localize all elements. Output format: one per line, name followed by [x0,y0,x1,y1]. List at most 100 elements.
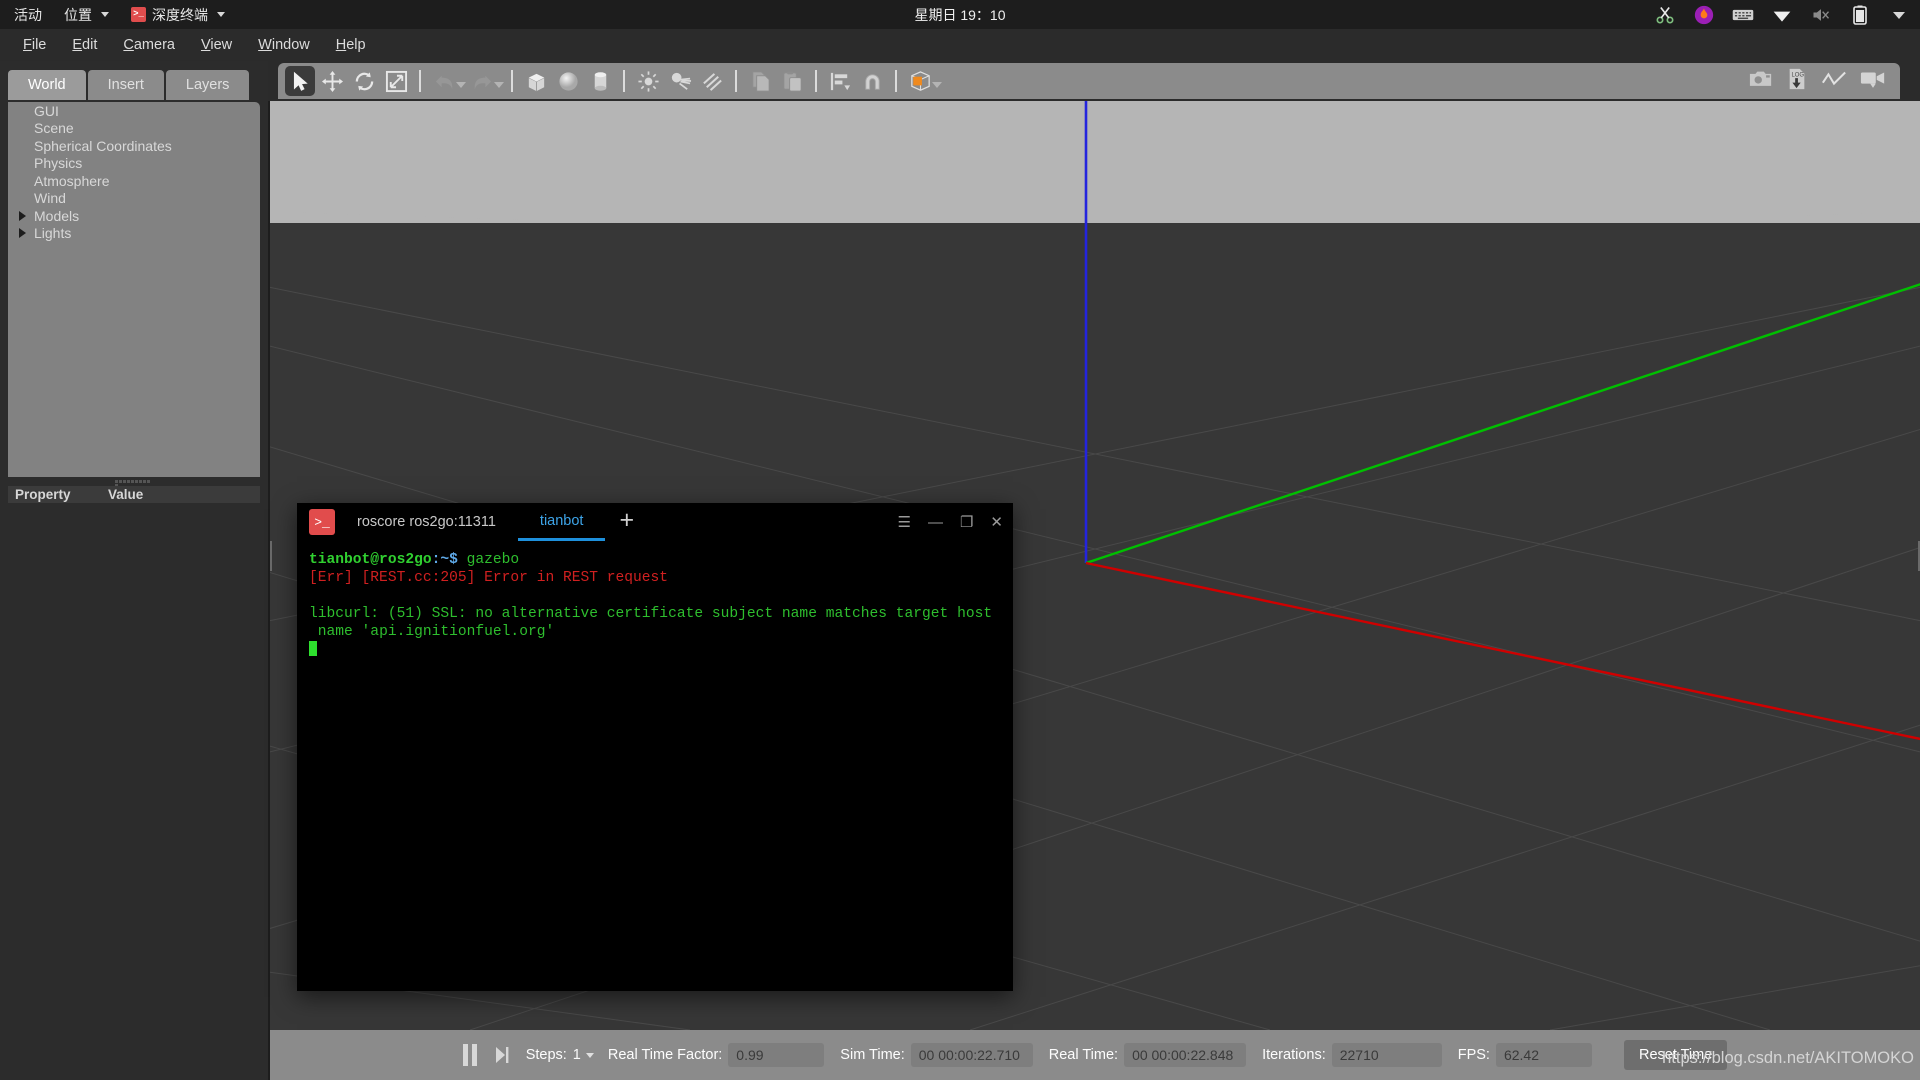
terminal-output[interactable]: tianbot@ros2go:~$ gazebo [Err] [REST.cc:… [297,541,1013,660]
activities-button[interactable]: 活动 [0,0,53,29]
tree-item-lights[interactable]: Lights [8,225,260,243]
insert-directional-light-button[interactable] [697,66,727,96]
paste-button[interactable] [777,66,807,96]
menu-file-mnemonic: F [23,37,32,53]
menu-camera[interactable]: Camera [110,33,188,57]
app-menu[interactable]: >_ 深度终端 [120,0,236,29]
clock[interactable]: 星期日 19：10 [0,5,1920,25]
watermark-text: https://blog.csdn.net/AKITOMOKO [1662,1049,1914,1067]
real-time-factor-group: Real Time Factor: 0.99 [608,1043,840,1067]
tab-layers[interactable]: Layers [165,70,250,100]
chevron-down-icon[interactable] [1888,4,1910,26]
fps-value: 62.42 [1495,1043,1592,1067]
toolbar-divider [623,70,625,92]
expand-arrow-icon[interactable] [19,228,26,239]
tree-item-gui[interactable]: GUI [8,102,260,120]
system-tray [1654,0,1910,29]
rtf-label: Real Time Factor: [607,1047,723,1063]
tab-insert[interactable]: Insert [87,70,164,100]
steps-group: Steps: 1 [526,1047,594,1063]
toolbar-divider [735,70,737,92]
tree-item-label: Physics [34,155,83,172]
redo-button[interactable] [467,66,497,96]
svg-text:LOG: LOG [1792,72,1805,78]
scale-tool-button[interactable] [381,66,411,96]
tree-item-models[interactable]: Models [8,207,260,225]
iterations-label: Iterations: [1262,1047,1326,1063]
terminal-titlebar[interactable]: >_ roscore ros2go:11311 tianbot + ☰ — ❐ … [297,503,1013,541]
undo-dropdown-caret-icon[interactable] [456,82,466,88]
menu-edit[interactable]: Edit [59,33,110,57]
expand-arrow-icon[interactable] [19,210,26,221]
insert-spot-light-button[interactable] [665,66,695,96]
tree-item-atmosphere[interactable]: Atmosphere [8,172,260,190]
terminal-line-host: name 'api.ignitionfuel.org' [309,624,555,640]
wifi-icon[interactable] [1771,4,1793,26]
align-button[interactable] [825,66,855,96]
tree-item-scene[interactable]: Scene [8,120,260,138]
value-column-header: Value [108,487,144,502]
undo-button[interactable] [429,66,459,96]
menu-help-label: elp [346,37,366,53]
terminal-tab-tianbot[interactable]: tianbot [517,503,606,541]
tree-item-physics[interactable]: Physics [8,155,260,173]
menu-view[interactable]: View [188,33,245,57]
translate-tool-button[interactable] [317,66,347,96]
volume-muted-icon[interactable] [1810,4,1832,26]
tree-item-wind[interactable]: Wind [8,190,260,208]
tab-world[interactable]: World [8,70,86,100]
battery-icon[interactable] [1849,4,1871,26]
toolbar-divider [419,70,421,92]
plot-button[interactable] [1821,69,1847,94]
menu-help[interactable]: Help [323,33,379,57]
terminal-cursor [309,641,317,656]
view-appearance-button[interactable] [905,66,935,96]
menu-camera-label: amera [133,37,175,53]
viewport-left-resize-handle[interactable] [270,541,272,571]
redo-dropdown-caret-icon[interactable] [494,82,504,88]
real-time-group: Real Time: 00 00:00:22.848 [1049,1043,1262,1067]
save-log-button[interactable]: LOG [1786,68,1808,95]
snap-button[interactable] [857,66,887,96]
menu-help-mnemonic: H [335,37,347,53]
terminal-close-button[interactable]: ✕ [990,513,1003,531]
terminal-minimize-button[interactable]: — [928,514,943,531]
view-appearance-dropdown-caret-icon[interactable] [932,82,942,88]
world-tree[interactable]: GUI Scene Spherical Coordinates Physics … [8,102,260,477]
insert-box-button[interactable] [521,66,551,96]
terminal-maximize-button[interactable]: ❐ [960,513,973,531]
copy-button[interactable] [745,66,775,96]
chevron-down-icon [217,12,225,17]
places-menu[interactable]: 位置 [53,0,120,29]
scissors-icon[interactable] [1654,4,1676,26]
select-tool-button[interactable] [285,66,315,96]
steps-dropdown-caret-icon[interactable] [585,1052,594,1058]
new-tab-button[interactable]: + [605,508,648,533]
step-button[interactable] [495,1045,510,1065]
toolbar-inner: LOG [278,63,1900,99]
tree-item-spherical-coordinates[interactable]: Spherical Coordinates [8,137,260,155]
screenshot-button[interactable] [1749,69,1773,93]
terminal-window[interactable]: >_ roscore ros2go:11311 tianbot + ☰ — ❐ … [297,503,1013,991]
menu-file[interactable]: File [10,33,59,57]
panel-splitter-handle[interactable] [115,479,153,487]
rotate-tool-button[interactable] [349,66,379,96]
insert-cylinder-button[interactable] [585,66,615,96]
insert-point-light-button[interactable] [633,66,663,96]
menu-window[interactable]: Window [245,33,323,57]
insert-sphere-button[interactable] [553,66,583,96]
record-video-button[interactable] [1860,69,1886,94]
keyboard-icon[interactable] [1732,4,1754,26]
flame-icon[interactable] [1693,4,1715,26]
terminal-menu-button[interactable]: ☰ [898,513,911,531]
fps-label: FPS: [1457,1047,1490,1063]
terminal-tab-roscore[interactable]: roscore ros2go:11311 [335,503,518,541]
pause-button[interactable] [462,1044,477,1066]
steps-value[interactable]: 1 [573,1047,581,1063]
fps-group: FPS: 62.42 [1458,1043,1608,1067]
iterations-group: Iterations: 22710 [1262,1043,1458,1067]
menu-file-label: ile [31,37,47,53]
menu-edit-label: dit [82,37,98,53]
panel-tabs: World Insert Layers [8,70,250,100]
gazebo-toolbar: LOG [268,61,1920,101]
